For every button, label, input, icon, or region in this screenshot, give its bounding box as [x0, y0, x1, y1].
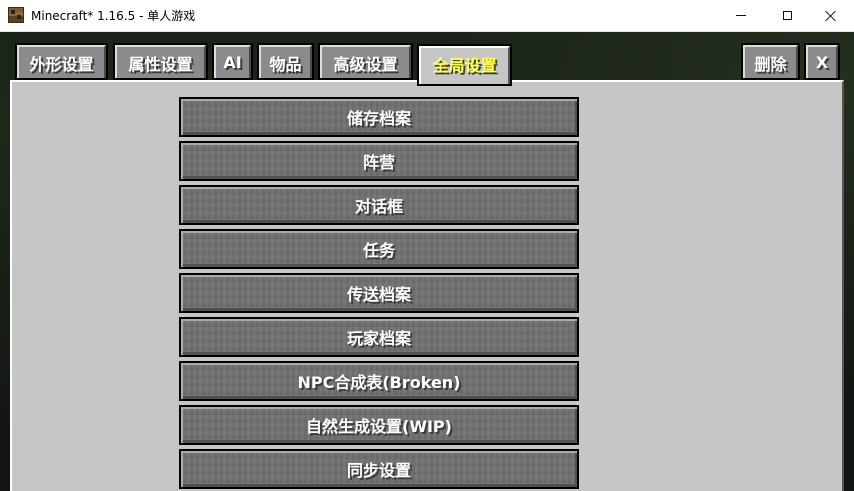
close-window-button[interactable]	[808, 0, 854, 31]
quests-button[interactable]: 任务	[179, 229, 579, 269]
minimize-icon	[736, 15, 746, 16]
save-files-button[interactable]: 储存档案	[179, 97, 579, 137]
game-viewport: 外形设置 属性设置 AI 物品 高级设置 全局设置 删除 X 储存档案 阵营 对…	[0, 32, 854, 491]
minimize-button[interactable]	[718, 0, 764, 31]
maximize-button[interactable]	[764, 0, 810, 31]
minecraft-grass-block-icon	[8, 7, 24, 23]
close-gui-button[interactable]: X	[804, 43, 840, 80]
sync-settings-button[interactable]: 同步设置	[179, 449, 579, 489]
npc-recipes-button[interactable]: NPC合成表(Broken)	[179, 361, 579, 401]
tab-inventory[interactable]: 物品	[257, 43, 314, 80]
tab-stats[interactable]: 属性设置	[113, 43, 208, 80]
transport-files-button[interactable]: 传送档案	[179, 273, 579, 313]
close-icon	[825, 10, 837, 22]
tab-global-settings[interactable]: 全局设置	[417, 44, 512, 86]
player-files-button[interactable]: 玩家档案	[179, 317, 579, 357]
maximize-icon	[782, 11, 792, 20]
dialogs-button[interactable]: 对话框	[179, 185, 579, 225]
factions-button[interactable]: 阵营	[179, 141, 579, 181]
delete-button[interactable]: 删除	[741, 43, 800, 80]
natural-spawn-settings-button[interactable]: 自然生成设置(WIP)	[179, 405, 579, 445]
tab-advanced[interactable]: 高级设置	[318, 43, 413, 80]
tab-ai[interactable]: AI	[212, 43, 253, 80]
global-settings-panel: 储存档案 阵营 对话框 任务 传送档案 玩家档案 NPC合成表(Broken) …	[10, 80, 844, 491]
tab-appearance[interactable]: 外形设置	[15, 43, 108, 80]
window-titlebar[interactable]: Minecraft* 1.16.5 - 单人游戏	[0, 0, 854, 32]
window-title: Minecraft* 1.16.5 - 单人游戏	[31, 9, 196, 23]
